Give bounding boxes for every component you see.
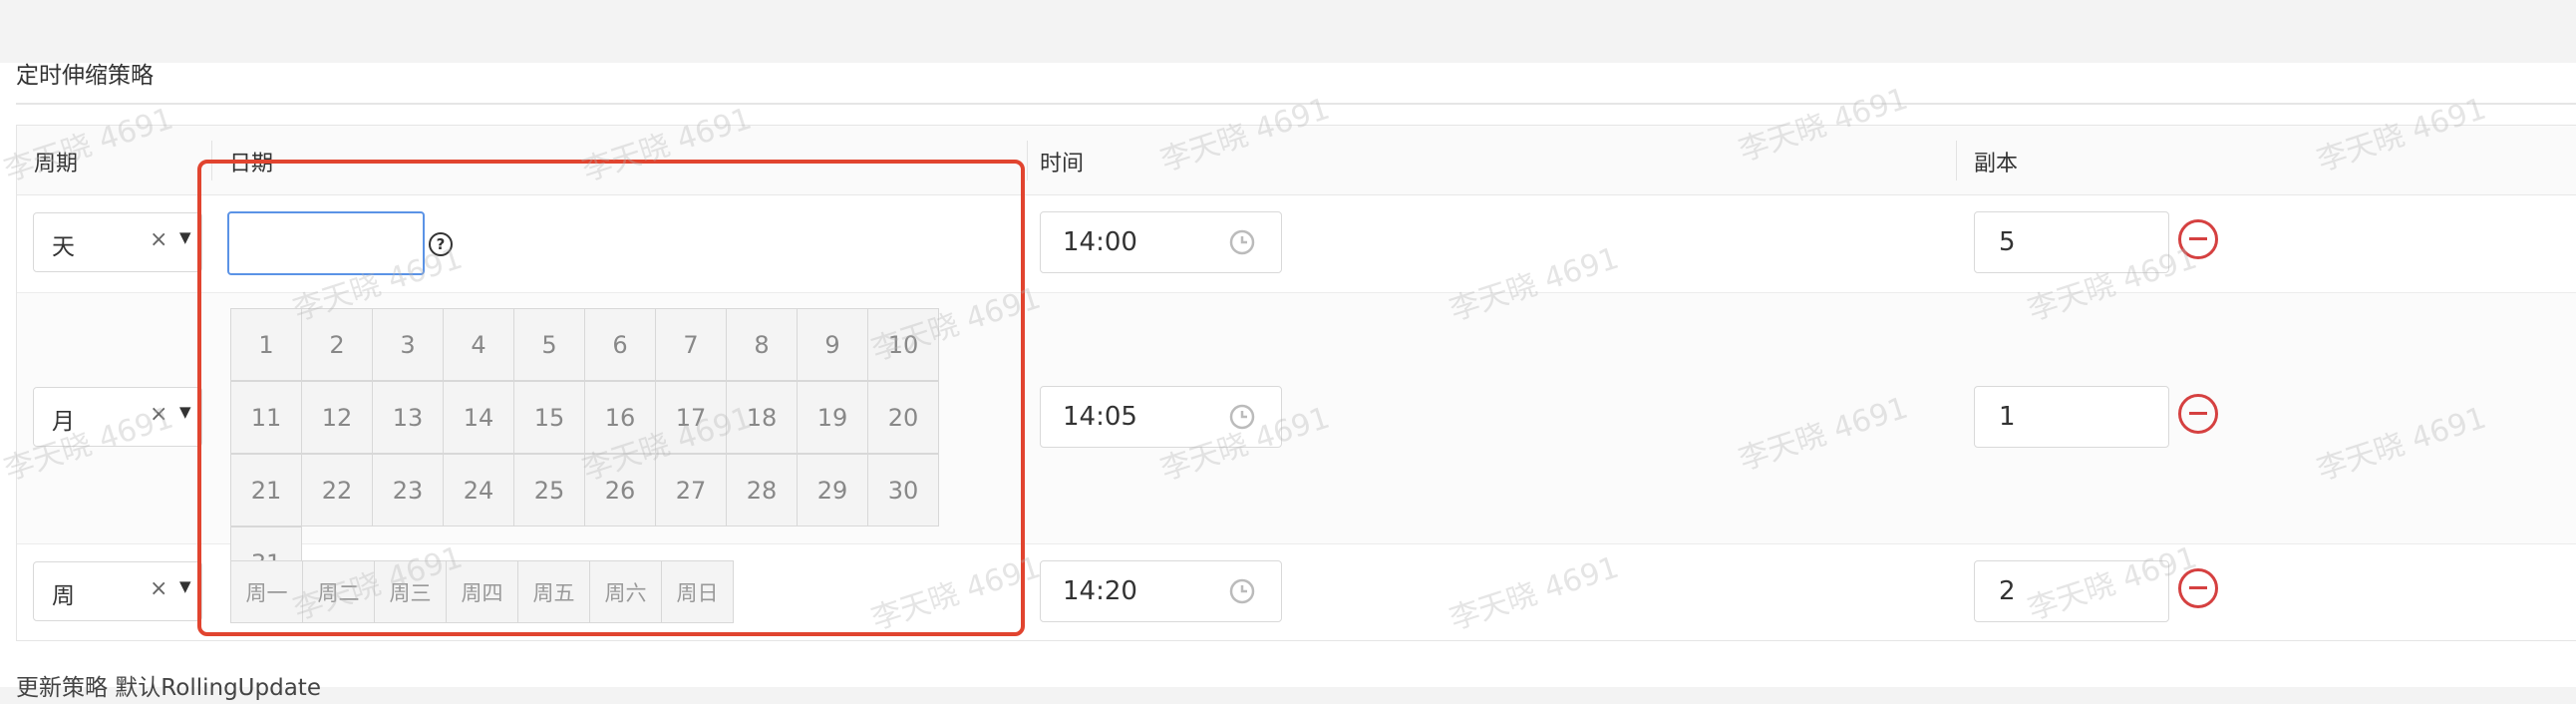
clock-icon xyxy=(1229,229,1255,255)
section-divider xyxy=(16,103,2576,105)
time-picker[interactable]: 14:20 xyxy=(1040,560,1282,622)
minus-circle-icon[interactable] xyxy=(2178,394,2218,434)
period-select[interactable]: 天 × ▼ xyxy=(33,212,202,272)
time-value: 14:20 xyxy=(1063,576,1137,606)
replicas-input[interactable]: 2 xyxy=(1974,560,2169,622)
close-icon[interactable]: × xyxy=(150,227,167,252)
replicas-input[interactable]: 1 xyxy=(1974,386,2169,448)
caret-down-icon[interactable]: ▼ xyxy=(179,228,191,246)
period-value: 天 xyxy=(52,234,75,260)
time-value: 14:05 xyxy=(1063,402,1137,432)
bottom-bar xyxy=(0,687,2576,704)
caret-down-icon[interactable]: ▼ xyxy=(179,403,191,421)
period-value: 月 xyxy=(52,409,75,435)
clock-icon xyxy=(1229,404,1255,430)
caret-down-icon[interactable]: ▼ xyxy=(179,577,191,595)
column-header-time: 时间 xyxy=(1040,152,1085,176)
replicas-value: 1 xyxy=(1999,402,2016,432)
time-value: 14:00 xyxy=(1063,227,1137,257)
date-picker-highlight xyxy=(197,160,1025,636)
period-select[interactable]: 周 × ▼ xyxy=(33,561,202,621)
section-title: 定时伸缩策略 xyxy=(16,63,154,89)
close-icon[interactable]: × xyxy=(150,402,167,427)
top-bar xyxy=(0,0,2576,63)
clock-icon xyxy=(1229,578,1255,604)
time-picker[interactable]: 14:00 xyxy=(1040,211,1282,273)
replicas-value: 2 xyxy=(1999,576,2016,606)
replicas-value: 5 xyxy=(1999,227,2016,257)
column-separator xyxy=(1027,141,1028,180)
replicas-input[interactable]: 5 xyxy=(1974,211,2169,273)
minus-circle-icon[interactable] xyxy=(2178,568,2218,608)
time-picker[interactable]: 14:05 xyxy=(1040,386,1282,448)
column-header-replicas: 副本 xyxy=(1974,152,2019,176)
minus-circle-icon[interactable] xyxy=(2178,219,2218,259)
column-separator xyxy=(1956,141,1957,180)
column-header-period: 周期 xyxy=(34,152,79,176)
period-value: 周 xyxy=(52,583,75,609)
update-strategy-label: 更新策略 默认RollingUpdate xyxy=(16,675,321,701)
period-select[interactable]: 月 × ▼ xyxy=(33,387,202,447)
close-icon[interactable]: × xyxy=(150,576,167,601)
